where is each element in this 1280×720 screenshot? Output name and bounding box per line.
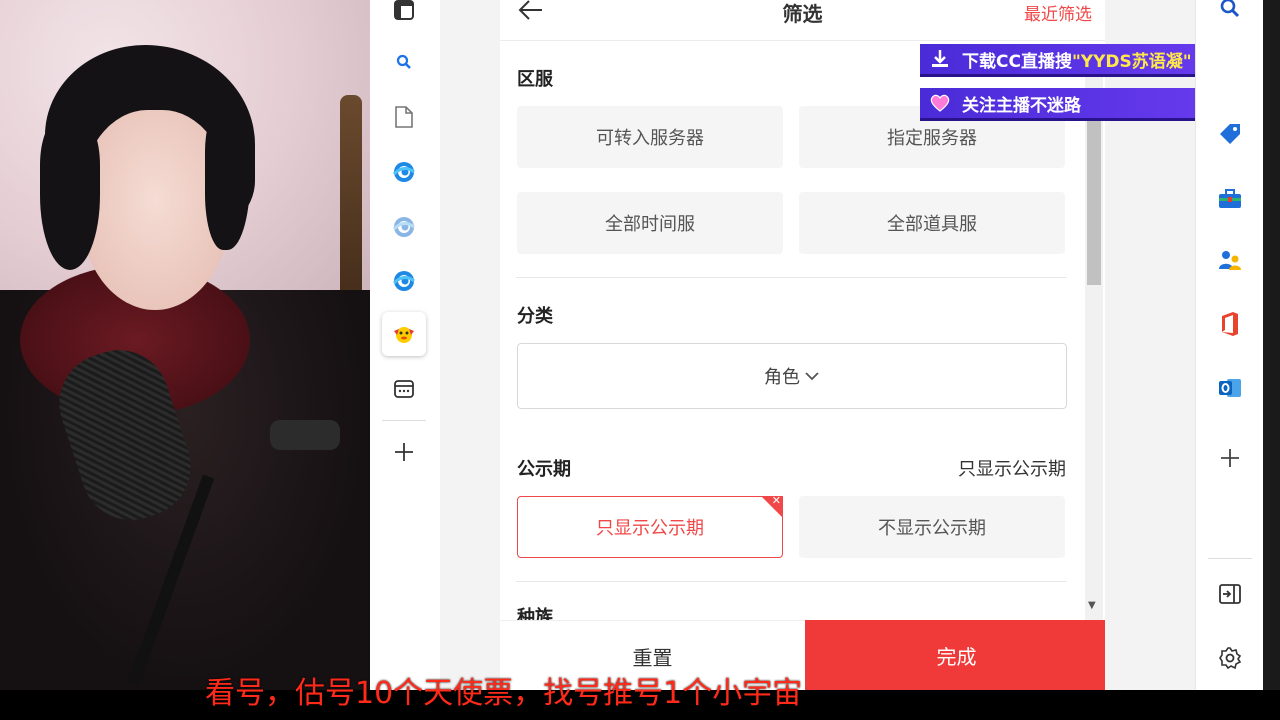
edge-icon[interactable]: [382, 205, 426, 249]
edge-icon[interactable]: [382, 259, 426, 303]
mic-clamp: [270, 420, 340, 450]
stream-caption: 看号，估号10个天使票，找号推号1个小宇宙: [205, 676, 803, 711]
download-banner-text: 下载CC直播搜: [962, 51, 1072, 72]
toolbox-icon[interactable]: [1208, 177, 1252, 221]
download-icon: [926, 45, 954, 73]
calendar-app-icon[interactable]: [382, 367, 426, 411]
search-icon[interactable]: [1208, 0, 1252, 30]
announce-section-title: 公示期: [517, 459, 571, 480]
hide-sidebar-icon[interactable]: [1208, 572, 1252, 616]
server-section-title: 区服: [517, 69, 553, 90]
announce-option-hide[interactable]: 不显示公示期: [799, 496, 1065, 558]
tab-actions-icon[interactable]: [382, 0, 426, 32]
announce-current-value: 只显示公示期: [958, 459, 1066, 480]
toolbar-separator: [382, 420, 426, 421]
category-section-title: 分类: [517, 306, 553, 327]
announce-option-show-only[interactable]: 只显示公示期 ✕: [517, 494, 783, 558]
webcam-feed: [0, 0, 370, 690]
panel-scrollbar[interactable]: ▼: [1085, 60, 1103, 620]
sidebar-separator: [1208, 558, 1252, 559]
download-banner: 下载CC直播搜 "YYDS苏语凝": [920, 44, 1242, 77]
browser-vertical-toolbar: [370, 0, 441, 690]
scroll-down-icon[interactable]: ▼: [1088, 600, 1096, 611]
office-icon[interactable]: [1208, 302, 1252, 346]
outlook-icon[interactable]: [1208, 366, 1252, 410]
server-option-transferable[interactable]: 可转入服务器: [517, 106, 783, 168]
done-button[interactable]: 完成: [805, 620, 1105, 690]
add-icon[interactable]: [382, 430, 426, 474]
document-icon[interactable]: [382, 95, 426, 139]
edge-icon[interactable]: [382, 150, 426, 194]
hair-side-right: [205, 110, 250, 250]
server-option-all-time[interactable]: 全部时间服: [517, 192, 783, 254]
game-mascot-icon[interactable]: [382, 312, 426, 356]
panel-header: 筛选 最近筛选: [500, 0, 1105, 41]
add-icon[interactable]: [1208, 436, 1252, 480]
category-dropdown-value: 角色: [764, 367, 800, 388]
announce-option-show-only-label: 只显示公示期: [596, 518, 704, 539]
server-option-all-items[interactable]: 全部道具服: [799, 192, 1065, 254]
follow-banner: 关注主播不迷路: [920, 88, 1242, 121]
page-gutter-left: [440, 0, 500, 690]
people-icon[interactable]: [1208, 238, 1252, 282]
section-divider: [516, 581, 1067, 582]
window-edge: [1263, 0, 1280, 690]
recent-filters-link[interactable]: 最近筛选: [1024, 0, 1092, 25]
section-divider: [516, 277, 1067, 278]
settings-icon[interactable]: [1208, 636, 1252, 680]
close-icon: ✕: [771, 494, 781, 507]
follow-banner-text: 关注主播不迷路: [962, 95, 1081, 116]
page-title: 筛选: [782, 2, 823, 26]
tag-icon[interactable]: [1208, 112, 1252, 156]
chevron-down-icon: [804, 370, 820, 382]
category-dropdown[interactable]: 角色: [517, 343, 1067, 409]
search-icon[interactable]: [382, 40, 426, 84]
download-banner-highlight: "YYDS苏语凝": [1071, 51, 1192, 72]
hair-side-left: [40, 120, 100, 270]
scrollbar-thumb[interactable]: [1087, 120, 1101, 285]
heart-icon: [926, 89, 954, 117]
browser-right-sidebar: [1195, 0, 1264, 690]
